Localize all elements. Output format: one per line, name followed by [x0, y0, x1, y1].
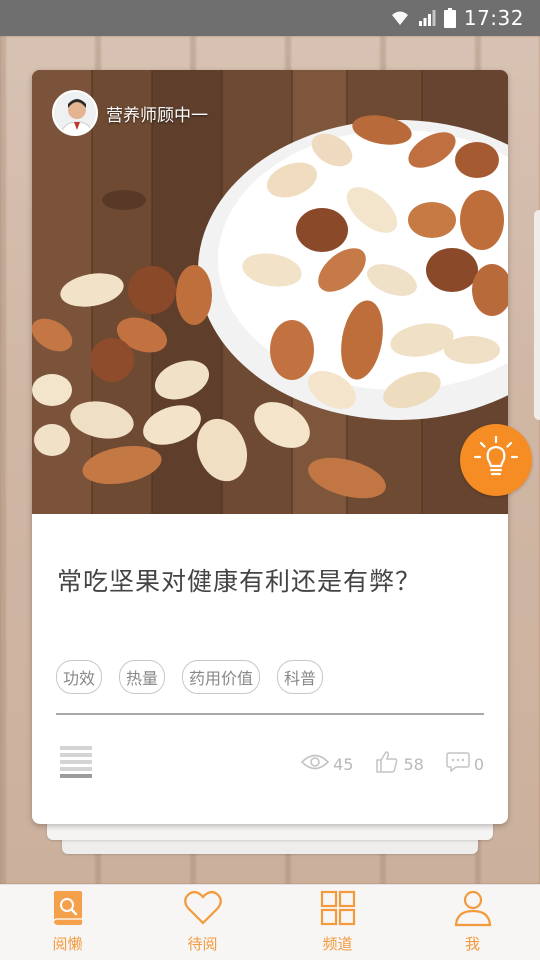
bottom-nav: 阅懒 待阅 频道 我	[0, 884, 540, 960]
nav-item-daiyue[interactable]: 待阅	[135, 885, 270, 960]
likes-count: 58	[403, 754, 424, 774]
comments-count: 0	[473, 754, 484, 774]
author-name[interactable]: 营养师顾中一	[106, 101, 208, 126]
status-bar: 17:32	[0, 0, 540, 36]
tag-item[interactable]: 热量	[119, 660, 166, 694]
nav-label: 我	[464, 935, 480, 953]
comment-icon[interactable]	[446, 751, 470, 777]
lightbulb-button[interactable]	[460, 424, 532, 496]
wifi-icon	[390, 9, 410, 27]
nav-item-me[interactable]: 我	[405, 885, 540, 960]
thumbs-up-icon[interactable]	[375, 750, 399, 778]
article-stats: 45 58 0	[300, 750, 484, 778]
article-card[interactable]: 营养师顾中一 常吃坚果对健康有利还是有弊？ 功效 热量 药用价值 科普 45 5…	[32, 70, 508, 824]
views-stat: 45	[300, 753, 354, 775]
nav-label: 待阅	[187, 935, 218, 953]
heart-icon	[183, 889, 223, 931]
article-title[interactable]: 常吃坚果对健康有利还是有弊？	[57, 562, 487, 598]
likes-stat[interactable]: 58	[375, 750, 424, 778]
battery-icon	[443, 8, 456, 28]
nav-label: 频道	[322, 935, 353, 953]
tag-item[interactable]: 科普	[277, 660, 324, 694]
stack-layers-icon[interactable]	[58, 744, 94, 784]
tag-item[interactable]: 功效	[56, 660, 103, 694]
nav-item-yuelan[interactable]: 阅懒	[0, 885, 135, 960]
next-card-peek[interactable]	[534, 210, 540, 420]
status-time: 17:32	[463, 6, 524, 30]
person-icon	[454, 889, 492, 931]
book-search-icon	[50, 889, 86, 931]
avatar-icon[interactable]	[52, 90, 98, 136]
tag-item[interactable]: 药用价值	[182, 660, 261, 694]
divider	[56, 713, 484, 715]
grid-icon	[320, 889, 356, 931]
nav-item-pindao[interactable]: 频道	[270, 885, 405, 960]
eye-icon	[300, 753, 330, 775]
author-badge[interactable]: 营养师顾中一	[52, 90, 208, 136]
lightbulb-icon	[473, 435, 519, 485]
nav-label: 阅懒	[52, 935, 83, 953]
views-count: 45	[333, 754, 354, 774]
comments-stat[interactable]: 0	[446, 751, 484, 777]
signal-icon	[418, 9, 436, 27]
nuts-illustration	[32, 70, 508, 514]
tag-list: 功效 热量 药用价值 科普	[56, 660, 324, 694]
article-image[interactable]: 营养师顾中一	[32, 70, 508, 514]
